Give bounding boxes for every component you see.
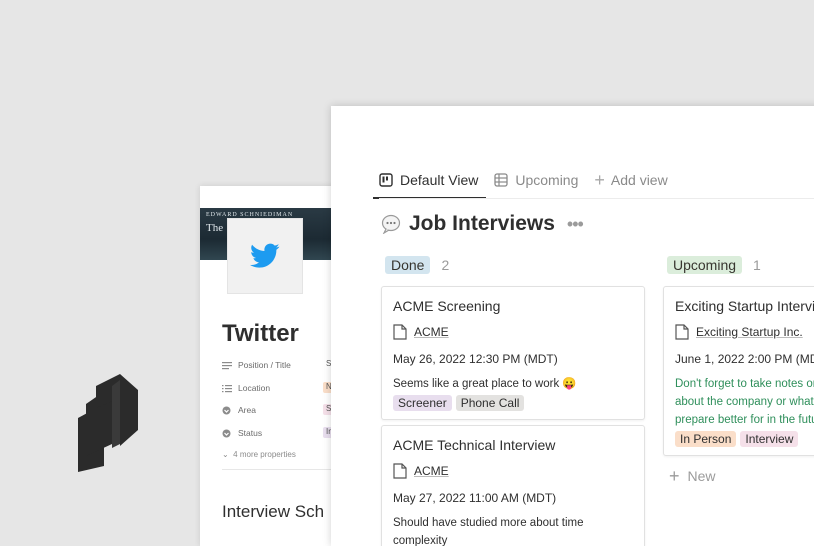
card-tags: In Person Interview (675, 431, 802, 447)
more-properties-label: 4 more properties (233, 450, 296, 459)
tabs-divider (379, 198, 814, 199)
card-note-line: Don't forget to take notes on (675, 378, 814, 390)
new-card-button[interactable]: + New (669, 466, 716, 486)
property-status[interactable]: Status In (222, 425, 336, 441)
tag-in-person: In Person (675, 431, 737, 447)
company-name: ACME (414, 325, 449, 339)
property-label: Position / Title (238, 360, 291, 370)
card-note-line: about the company or what (675, 396, 814, 408)
tag-phone-call: Phone Call (455, 395, 525, 411)
tag-screener: Screener (393, 395, 452, 411)
card-date: June 1, 2022 2:00 PM (MDT) (675, 352, 814, 366)
database-title-text: Job Interviews (409, 212, 555, 235)
property-position[interactable]: Position / Title Se (222, 357, 336, 373)
group-count: 2 (441, 257, 450, 273)
board-icon (379, 173, 393, 187)
tag-interview: Interview (740, 431, 799, 447)
tab-label: Upcoming (515, 172, 579, 188)
company-relation[interactable]: Exciting Startup Inc. (675, 324, 803, 340)
plus-icon: + (594, 169, 605, 190)
circle-icon (222, 406, 233, 415)
card-note-line: prepare better for in the future (675, 414, 814, 426)
page-icon (393, 463, 407, 479)
card-date: May 26, 2022 12:30 PM (MDT) (393, 352, 558, 366)
view-tabs: Default View Upcoming + Add view (372, 168, 684, 199)
tab-upcoming[interactable]: Upcoming (494, 168, 578, 192)
card-tags: Screener Phone Call (393, 395, 528, 411)
card-title: ACME Screening (393, 298, 501, 314)
company-name: ACME (414, 464, 449, 478)
page-title: Twitter (222, 320, 299, 347)
cover-caption-2: The (206, 222, 224, 234)
speech-bubble-icon (381, 214, 401, 234)
card-note: Seems like a great place to work 😛 (393, 378, 577, 390)
card-title: Exciting Startup Interview (675, 298, 814, 314)
more-properties-toggle[interactable]: ⌄ 4 more properties (222, 450, 296, 459)
group-label: Done (385, 256, 431, 274)
list-icon (222, 384, 233, 393)
group-header-done[interactable]: Done 2 (385, 256, 449, 274)
group-header-upcoming[interactable]: Upcoming 1 (667, 256, 761, 274)
section-heading: Interview Sch (222, 502, 325, 521)
circle-icon (222, 429, 233, 438)
property-label: Area (238, 405, 256, 415)
card-note-line: Should have studied more about time (393, 517, 584, 529)
chevron-down-icon: ⌄ (222, 450, 229, 459)
card-exciting-startup-interview[interactable]: Exciting Startup Interview Exciting Star… (663, 286, 814, 456)
page-icon (393, 324, 407, 340)
brand-logo (78, 374, 140, 472)
card-note-line: complexity (393, 535, 448, 546)
twitter-icon[interactable] (227, 218, 303, 294)
list-icon (222, 361, 233, 370)
property-label: Status (238, 428, 263, 438)
add-view-button[interactable]: + Add view (594, 168, 667, 192)
property-location[interactable]: Location N (222, 380, 335, 396)
job-interviews-window: Default View Upcoming + Add view Job Int… (331, 106, 814, 546)
card-note: Should have studied more about time comp… (393, 514, 584, 546)
property-area[interactable]: Area S (222, 402, 335, 418)
company-relation[interactable]: ACME (393, 324, 449, 340)
new-card-label: New (687, 468, 716, 484)
card-date: May 27, 2022 11:00 AM (MDT) (393, 491, 557, 505)
card-acme-technical-interview[interactable]: ACME Technical Interview ACME May 27, 20… (381, 425, 645, 546)
card-note: Don't forget to take notes on about the … (675, 375, 814, 429)
tab-label: Default View (400, 172, 479, 188)
company-name: Exciting Startup Inc. (696, 325, 803, 339)
plus-icon: + (669, 466, 680, 486)
property-label: Location (238, 383, 271, 393)
more-options-icon[interactable]: ••• (567, 214, 584, 235)
table-icon (494, 173, 508, 187)
tab-default-view[interactable]: Default View (372, 168, 487, 199)
card-title: ACME Technical Interview (393, 437, 556, 453)
page-icon (675, 324, 689, 340)
group-label: Upcoming (667, 256, 743, 274)
company-relation[interactable]: ACME (393, 463, 449, 479)
group-count: 1 (753, 257, 761, 273)
database-title: Job Interviews ••• (381, 212, 584, 236)
card-acme-screening[interactable]: ACME Screening ACME May 26, 2022 12:30 P… (381, 286, 645, 420)
add-view-label: Add view (610, 172, 668, 188)
